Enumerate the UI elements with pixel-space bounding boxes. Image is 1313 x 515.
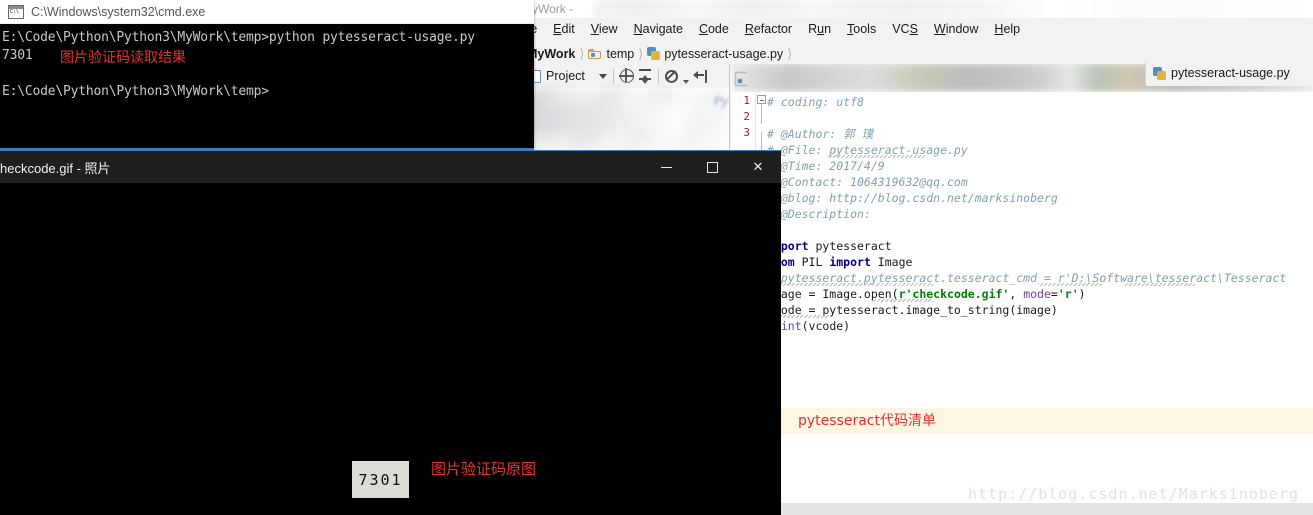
project-view-selector[interactable]: Project <box>528 69 585 83</box>
cmd-line-1: E:\Code\Python\Python3\MyWork\temp>pytho… <box>2 30 475 45</box>
menu-vcs[interactable]: VCS <box>884 22 926 36</box>
editor-tab-pytesseract-usage[interactable]: pytesseract-usage.py <box>1153 66 1290 80</box>
maximize-button[interactable] <box>689 151 735 183</box>
close-icon: ✕ <box>752 159 764 174</box>
project-toolbar[interactable]: Project <box>523 64 729 88</box>
line-number-2: 2 <box>743 110 750 123</box>
spellcheck-squiggle-6 <box>777 315 829 318</box>
hide-panel-icon[interactable] <box>692 69 707 83</box>
cmd-annotation-text: 图片验证码读取结果 <box>60 50 186 66</box>
maximize-icon <box>706 161 718 173</box>
code-line-import-pytesseract: import pytesseract <box>767 239 892 253</box>
pycharm-annotation-text: pytesseract代码清单 <box>798 413 936 429</box>
photo-annotation-text: 图片验证码原图 <box>431 460 537 478</box>
cmd-titlebar[interactable]: C:\Windows\system32\cmd.exe <box>0 0 534 24</box>
line-number-3: 3 <box>743 126 750 139</box>
menu-refactor[interactable]: Refactor <box>737 22 800 36</box>
cmd-line-4: E:\Code\Python\Python3\MyWork\temp> <box>2 84 269 99</box>
code-line-1: # coding: utf8 <box>767 95 864 109</box>
cmd-console-output[interactable]: E:\Code\Python\Python3\MyWork\temp>pytho… <box>0 24 534 150</box>
editor-tab-label: pytesseract-usage.py <box>1171 66 1290 80</box>
locate-target-icon[interactable] <box>618 68 634 83</box>
code-line-6: # @Contact: 1064319632@qq.com <box>767 175 968 189</box>
photo-window-controls[interactable]: ✕ <box>643 151 781 183</box>
photo-titlebar[interactable]: heckcode.gif - 照片 ✕ <box>0 151 781 183</box>
menu-code[interactable]: Code <box>691 22 737 36</box>
breadcrumb-item-temp[interactable]: temp <box>588 47 634 61</box>
spellcheck-squiggle-5 <box>871 299 933 302</box>
code-line-import-image: from PIL import Image <box>767 255 913 269</box>
console-icon <box>8 4 24 19</box>
code-line-8: # @Description: <box>767 207 871 221</box>
menu-navigate[interactable]: Navigate <box>626 22 691 36</box>
menu-view[interactable]: View <box>583 22 626 36</box>
cmd-line-2: 7301 <box>2 48 33 63</box>
menu-window[interactable]: Window <box>926 22 986 36</box>
captcha-text: 7301 <box>358 470 403 489</box>
pycharm-titlebar-blurred-region <box>593 0 1313 18</box>
spellcheck-squiggle-4 <box>1123 283 1195 286</box>
toolbar-divider-2 <box>657 68 659 84</box>
breadcrumb[interactable]: MyWork ⟩ temp ⟩ pytesseract-usage.py ⟩ <box>501 43 1313 64</box>
menu-edit[interactable]: Edit <box>545 22 583 36</box>
editor-area[interactable]: 1 2 3 # coding: utf8 # @Author: 郭 璞 # @F… <box>731 64 1313 515</box>
code-line-5: # @Time: 2017/4/9 <box>767 159 885 173</box>
breadcrumb-item-file[interactable]: pytesseract-usage.py <box>647 47 783 61</box>
breadcrumb-label-mywork: MyWork <box>527 46 576 61</box>
code-fold-marker[interactable] <box>757 95 766 104</box>
spellcheck-squiggle-3 <box>1038 283 1102 286</box>
collapse-all-icon[interactable] <box>638 69 652 84</box>
minimize-icon <box>660 166 672 168</box>
python-file-icon <box>647 47 661 60</box>
menu-help[interactable]: Help <box>986 22 1028 36</box>
breadcrumb-label-temp: temp <box>606 46 635 61</box>
minimize-button[interactable] <box>643 151 689 183</box>
cmd-window[interactable]: C:\Windows\system32\cmd.exe E:\Code\Pyth… <box>0 0 534 152</box>
chevron-down-icon[interactable] <box>598 73 607 79</box>
breadcrumb-separator-1: ⟩ <box>579 45 585 61</box>
code-line-3: # @Author: 郭 璞 <box>767 127 874 141</box>
breadcrumb-label-file: pytesseract-usage.py <box>664 46 784 61</box>
project-tree-partial-text: Py <box>713 94 728 108</box>
settings-chevron-icon[interactable] <box>682 80 689 84</box>
toolbar-divider-1 <box>612 68 614 84</box>
breadcrumb-separator-2: ⟩ <box>638 45 644 61</box>
photo-title-text: heckcode.gif - 照片 <box>0 161 111 176</box>
cmd-title-text: C:\Windows\system32\cmd.exe <box>31 4 206 19</box>
close-button[interactable]: ✕ <box>735 151 781 183</box>
spellcheck-squiggle-1 <box>827 155 925 158</box>
code-line-7: # @blog: http://blog.csdn.net/marksinobe… <box>767 191 1058 205</box>
breadcrumb-separator-3: ⟩ <box>787 45 793 61</box>
blog-watermark: http://blog.csdn.net/Marksinoberg <box>968 485 1300 503</box>
menu-tools[interactable]: Tools <box>839 22 884 36</box>
settings-gear-icon[interactable] <box>664 69 678 83</box>
code-editor[interactable]: 1 2 3 # coding: utf8 # @Author: 郭 璞 # @F… <box>731 92 1313 515</box>
spellcheck-squiggle-2 <box>777 283 933 286</box>
project-panel-title: Project <box>546 69 585 83</box>
menu-run[interactable]: Run <box>800 22 839 36</box>
captcha-image: 7301 <box>352 461 409 498</box>
pycharm-menubar[interactable]: File Edit View Navigate Code Refactor Ru… <box>501 18 1313 40</box>
line-number-1: 1 <box>743 94 750 107</box>
project-tree-blurred-overlay <box>531 104 681 134</box>
python-file-icon <box>1153 66 1166 80</box>
navbar-file-icon <box>735 72 747 86</box>
code-fold-line-1 <box>761 104 762 124</box>
module-folder-icon <box>588 48 602 60</box>
